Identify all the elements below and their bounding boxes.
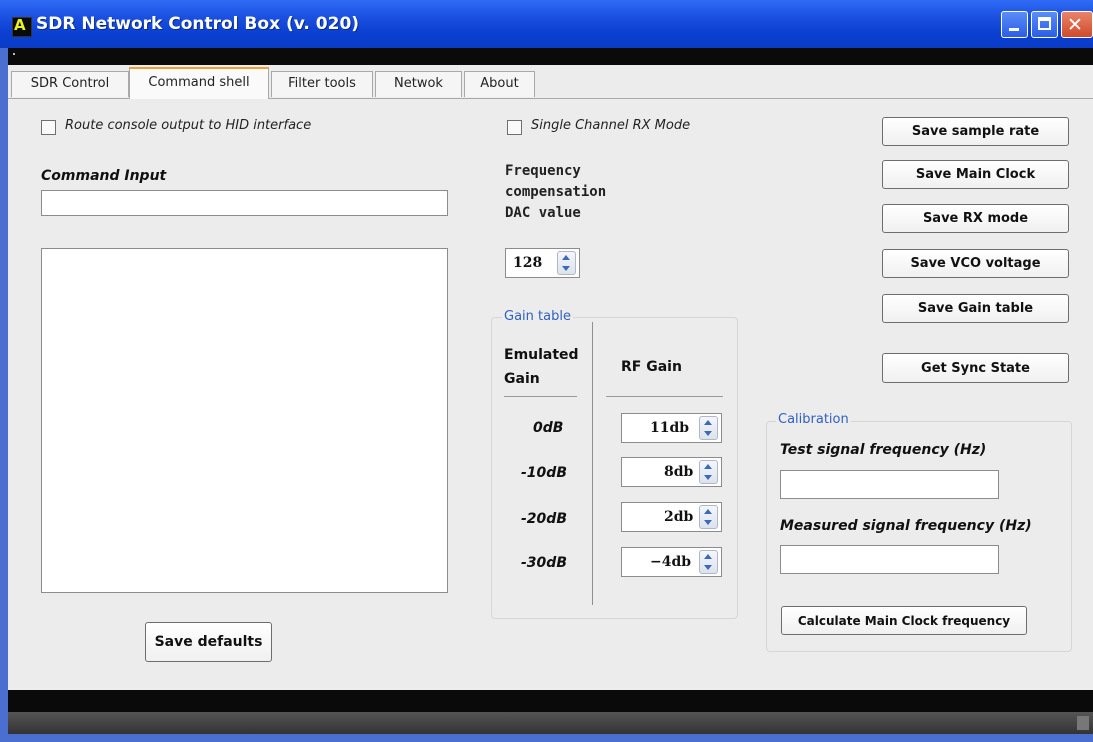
save-rx-mode-button[interactable]: Save RX mode <box>882 204 1069 233</box>
maximize-icon <box>1038 17 1051 30</box>
tab-about[interactable]: About <box>464 71 535 97</box>
rf-gain-spinner-0db[interactable]: 11db <box>621 413 722 443</box>
command-input[interactable] <box>41 190 448 216</box>
test-signal-label: Test signal frequency (Hz) <box>780 442 987 458</box>
command-input-label: Command Input <box>41 168 167 184</box>
emulated-gain-minus10db: -10dB <box>521 465 567 481</box>
tab-netwok[interactable]: Netwok <box>375 71 462 97</box>
rf-gain-spinner-minus30db[interactable]: −4db <box>621 547 722 577</box>
header-underline <box>606 396 723 397</box>
emulated-gain-minus30db: -30dB <box>521 555 567 571</box>
route-console-label: Route console output to HID interface <box>65 118 312 133</box>
spinner-arrows-icon[interactable] <box>699 550 718 574</box>
save-vco-voltage-button[interactable]: Save VCO voltage <box>882 249 1069 278</box>
close-button[interactable]: ✕ <box>1061 11 1093 38</box>
gain-table-title: Gain table <box>502 309 573 324</box>
status-bar <box>8 712 1093 734</box>
single-channel-label: Single Channel RX Mode <box>531 118 691 133</box>
status-strip <box>8 690 1093 712</box>
window-title: SDR Network Control Box (v. 020) <box>36 14 360 34</box>
route-console-checkbox[interactable] <box>41 120 56 135</box>
header-underline <box>504 396 577 397</box>
freq-compensation-label: Frequency compensation DAC value <box>505 163 607 221</box>
save-main-clock-button[interactable]: Save Main Clock <box>882 160 1069 189</box>
rf-gain-spinner-minus20db[interactable]: 2db <box>621 502 722 532</box>
title-bar[interactable]: A SDR Network Control Box (v. 020) ✕ <box>0 0 1093 48</box>
tab-sdr-control[interactable]: SDR Control <box>11 71 129 97</box>
calculate-main-clock-button[interactable]: Calculate Main Clock frequency <box>781 606 1027 635</box>
spinner-arrows-icon[interactable] <box>699 505 718 529</box>
app-icon: A <box>12 16 32 37</box>
spinner-arrows-icon[interactable] <box>699 416 718 440</box>
measured-signal-label: Measured signal frequency (Hz) <box>780 518 1032 534</box>
window-bottom-border <box>0 734 1093 742</box>
maximize-button[interactable] <box>1031 11 1058 38</box>
emulated-gain-minus20db: -20dB <box>521 511 567 527</box>
test-signal-input[interactable] <box>780 470 999 499</box>
calibration-title: Calibration <box>776 412 851 427</box>
dac-value-spinner[interactable]: 128 <box>505 248 580 278</box>
minimize-button[interactable] <box>1001 11 1028 38</box>
menu-strip <box>8 48 1093 65</box>
get-sync-state-button[interactable]: Get Sync State <box>882 353 1069 383</box>
tab-filter-tools[interactable]: Filter tools <box>271 71 373 97</box>
main-panel: SDR Control Command shell Filter tools N… <box>8 65 1093 690</box>
single-channel-checkbox[interactable] <box>507 120 522 135</box>
save-gain-table-button[interactable]: Save Gain table <box>882 294 1069 323</box>
tab-strip: SDR Control Command shell Filter tools N… <box>8 65 1093 99</box>
rf-gain-spinner-minus10db[interactable]: 8db <box>621 457 722 487</box>
console-output[interactable] <box>41 248 448 593</box>
emulated-gain-header: Emulated Gain <box>504 347 579 387</box>
spinner-arrows-icon[interactable] <box>699 460 718 484</box>
save-defaults-button[interactable]: Save defaults <box>145 622 272 662</box>
rf-gain-header: RF Gain <box>621 359 682 375</box>
save-sample-rate-button[interactable]: Save sample rate <box>882 117 1069 146</box>
emulated-gain-0db: 0dB <box>533 420 564 436</box>
measured-signal-input[interactable] <box>780 545 999 574</box>
gain-table-divider <box>592 322 593 605</box>
close-icon: ✕ <box>1067 14 1083 36</box>
minimize-icon <box>1009 28 1019 31</box>
app-window: A SDR Network Control Box (v. 020) ✕ SDR… <box>0 0 1093 742</box>
spinner-arrows-icon[interactable] <box>557 251 576 275</box>
resize-grip-icon[interactable] <box>1077 716 1089 730</box>
tab-command-shell[interactable]: Command shell <box>129 67 269 99</box>
